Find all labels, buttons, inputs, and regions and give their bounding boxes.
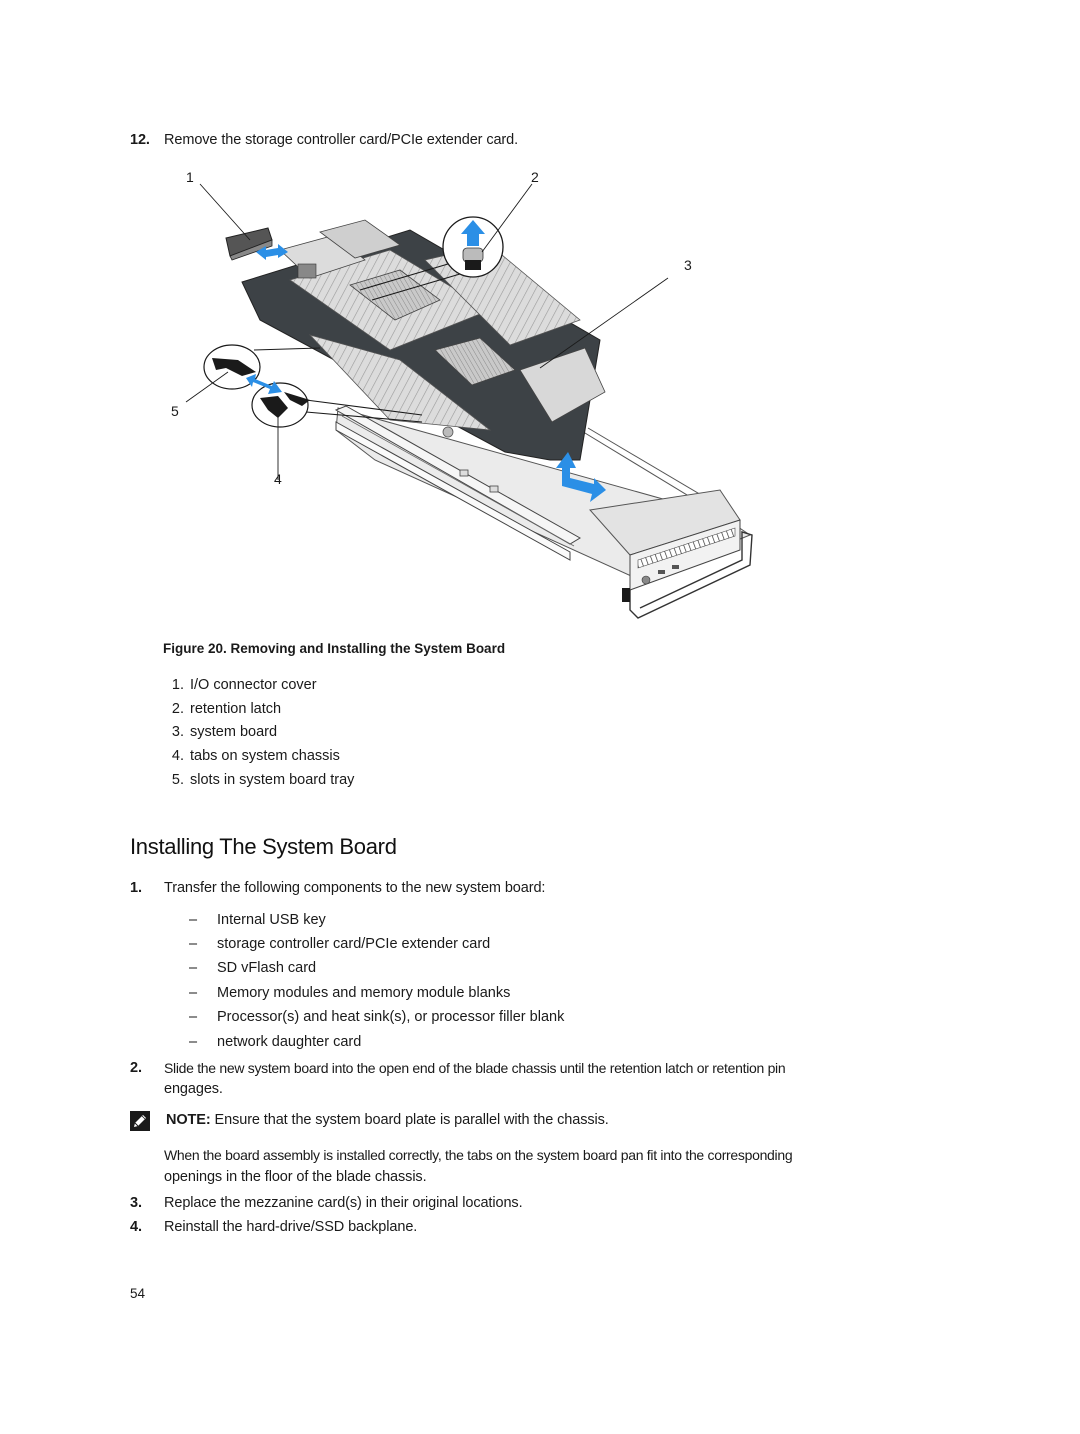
callout-2: 2 bbox=[531, 169, 539, 185]
installation-paragraph: When the board assembly is installed cor… bbox=[164, 1145, 924, 1187]
step-number: 12. bbox=[130, 132, 150, 148]
section-heading: Installing The System Board bbox=[130, 834, 397, 859]
figure-system-board-illustration: 1 2 3 4 5 bbox=[160, 160, 760, 630]
figure-caption: Figure 20. Removing and Installing the S… bbox=[163, 641, 506, 656]
legend-item: 4. tabs on system chassis bbox=[171, 748, 340, 764]
callout-1: 1 bbox=[186, 169, 194, 185]
legend-item: 1. I/O connector cover bbox=[171, 677, 317, 693]
legend-item: 2. retention latch bbox=[171, 701, 282, 717]
step-number: 3. bbox=[130, 1195, 142, 1211]
note: NOTE: Ensure that the system board plate… bbox=[130, 1110, 930, 1134]
note-content: NOTE: Ensure that the system board plate… bbox=[166, 1110, 609, 1130]
step-2: 2. Slide the new system board into the o… bbox=[130, 1058, 930, 1100]
legend-label: slots in system board tray bbox=[190, 772, 355, 788]
system-board bbox=[241, 219, 606, 461]
legend-item: 3. system board bbox=[171, 724, 278, 740]
step-number: 1. bbox=[130, 880, 142, 896]
callout-3: 3 bbox=[684, 257, 692, 273]
paragraph-line-2: openings in the floor of the blade chass… bbox=[164, 1169, 427, 1185]
legend-label: I/O connector cover bbox=[190, 677, 317, 693]
paragraph-line-1: When the board assembly is installed cor… bbox=[164, 1147, 793, 1163]
step-text: Replace the mezzanine card(s) in their o… bbox=[164, 1195, 523, 1211]
step-text: Transfer the following components to the… bbox=[164, 880, 546, 896]
step-4: 4. Reinstall the hard-drive/SSD backplan… bbox=[130, 1217, 930, 1237]
legend-label: tabs on system chassis bbox=[190, 748, 340, 764]
legend-label: retention latch bbox=[190, 701, 282, 717]
system-board-diagram: 1 2 3 4 5 bbox=[171, 169, 753, 619]
step-text-line-1: Slide the new system board into the open… bbox=[164, 1060, 786, 1076]
step-1: 1. Transfer the following components to … bbox=[130, 878, 930, 898]
step-text: Remove the storage controller card/PCIe … bbox=[164, 132, 519, 148]
page-number: 54 bbox=[130, 1286, 146, 1301]
step-number: 2. bbox=[130, 1060, 142, 1076]
note-label: NOTE: bbox=[166, 1112, 211, 1128]
callout-4: 4 bbox=[274, 471, 282, 487]
note-text: Ensure that the system board plate is pa… bbox=[210, 1112, 609, 1128]
legend-item: 5. slots in system board tray bbox=[171, 772, 355, 788]
legend-label: system board bbox=[190, 724, 278, 740]
step-text: Reinstall the hard-drive/SSD backplane. bbox=[164, 1219, 418, 1235]
step-3: 3. Replace the mezzanine card(s) in thei… bbox=[130, 1193, 930, 1213]
pencil-note-icon bbox=[130, 1111, 150, 1131]
step-text-line-2: engages. bbox=[164, 1081, 223, 1097]
step-number: 4. bbox=[130, 1219, 142, 1235]
callout-5: 5 bbox=[171, 403, 179, 419]
